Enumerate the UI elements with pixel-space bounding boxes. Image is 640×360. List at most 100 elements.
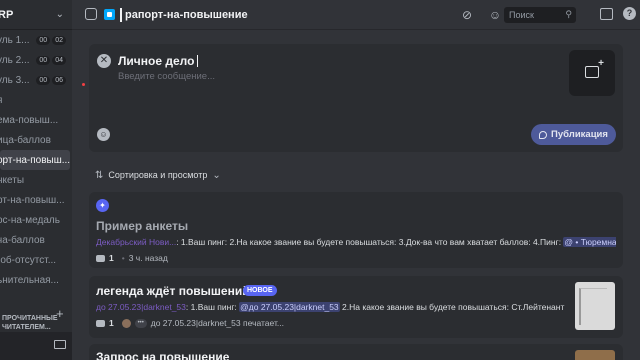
- channel-label: ча-баллов: [0, 234, 45, 246]
- server-header[interactable]: RP ⌄: [0, 0, 72, 30]
- sidebar-item-channel-active[interactable]: орт-на-повыш...: [0, 150, 70, 170]
- sidebar-item-channel[interactable]: уль 3... 00 06: [0, 70, 72, 90]
- channel-label: рт-на-повыш...: [0, 194, 65, 206]
- sidebar-item-channel[interactable]: я: [0, 90, 72, 110]
- channel-list: уль 1...0002 уль 2...0004 уль 3...0006 я…: [0, 30, 72, 290]
- badge: 00: [36, 55, 51, 65]
- typing-indicator-icon: •••: [134, 318, 147, 328]
- search-placeholder: Поиск: [509, 10, 534, 20]
- sidebar-item-channel[interactable]: ос-на-медаль: [0, 210, 72, 230]
- reply-count: 1: [109, 318, 114, 328]
- sidebar-item-channel[interactable]: ча-баллов: [0, 230, 72, 250]
- channel-label: уль 2...: [0, 54, 30, 66]
- topbar-icons: ⊘ ☺: [460, 8, 502, 22]
- post-snippet: до 27.05.23|darknet_53: 1.Ваш пинг: @до …: [96, 302, 566, 312]
- role-mention: @ • Тюремна...: [563, 237, 616, 247]
- replies-icon: [96, 319, 105, 327]
- sort-and-view-button[interactable]: ⇅ Сортировка и просмотр ⌄: [89, 166, 227, 184]
- chevron-down-icon: ⌄: [212, 169, 221, 181]
- channel-label: уль 1...: [0, 34, 30, 46]
- badge: 06: [52, 75, 66, 85]
- badge: 00: [36, 75, 51, 85]
- divider: [120, 8, 122, 22]
- mute-notifications-icon[interactable]: ⊘: [460, 8, 474, 22]
- channel-label: нкеты: [0, 174, 25, 186]
- post-thumbnail: [575, 282, 615, 330]
- channel-label: я: [0, 95, 2, 106]
- user-mention: @до 27.05.23|darknet_53: [239, 302, 340, 312]
- help-icon[interactable]: ?: [623, 7, 636, 20]
- message-input[interactable]: Введите сообщение...: [118, 71, 215, 82]
- forum-channel-icon: [104, 9, 115, 20]
- server-name: RP: [0, 8, 14, 21]
- post-snippet: Декабрьский Нови...: 1.Ваш пинг: 2.На ка…: [96, 237, 616, 247]
- channel-label: ема-повыш...: [0, 114, 59, 126]
- channel-label: орт-на-повыш...: [0, 154, 71, 166]
- post-thumbnail: [575, 350, 615, 360]
- publish-label: Публикация: [551, 129, 608, 140]
- post-time: 3 ч. назад: [128, 253, 168, 263]
- post-title: Запрос на повышение: [96, 350, 230, 360]
- snippet-text: : 1.Ваш пинг:: [185, 302, 240, 312]
- member-list-icon[interactable]: ☺: [488, 8, 502, 22]
- add-image-button[interactable]: [569, 50, 615, 96]
- snippet-text: : 1.Ваш пинг: 2.На какое звание вы будет…: [176, 237, 564, 247]
- close-icon[interactable]: ✕: [97, 54, 111, 68]
- add-image-icon: [585, 58, 604, 78]
- separator: •: [121, 253, 125, 263]
- inbox-icon[interactable]: [600, 8, 613, 20]
- emoji-icon[interactable]: ☺: [97, 128, 110, 141]
- badge: 04: [52, 55, 66, 65]
- chevron-down-icon: ⌄: [55, 9, 64, 20]
- snippet-text: 2.На какое звание вы будете повышаться: …: [342, 302, 566, 312]
- channel-label: -об-отсутст...: [0, 254, 57, 266]
- new-badge: НОВОЕ: [243, 285, 277, 296]
- typing-status: до 27.05.23|darknet_53 печатает...: [150, 318, 284, 328]
- post-meta: 1 • 3 ч. назад: [96, 253, 168, 263]
- threads-icon[interactable]: [85, 8, 97, 20]
- channel-sidebar: RP ⌄ уль 1... 00 02 уль 2... 00 04 уль 3... 0…: [0, 0, 72, 360]
- forum-post[interactable]: Запрос на повышение: [89, 344, 623, 360]
- new-post-composer: ✕ Личное дело Введите сообщение... ☺ Пуб…: [89, 44, 623, 152]
- sort-label: Сортировка и просмотр: [108, 170, 208, 180]
- replies-icon: [96, 254, 105, 262]
- user-panel: [0, 332, 72, 360]
- badge: 00: [36, 35, 51, 45]
- sidebar-item-channel[interactable]: -об-отсутст...: [0, 250, 72, 270]
- channel-label: уль 3...: [0, 74, 30, 86]
- sidebar-item-channel[interactable]: ема-повыш...: [0, 110, 72, 130]
- channel-title: рапорт-на-повышение: [125, 9, 248, 21]
- post-title: легенда ждёт повышений: [96, 284, 250, 298]
- post-author: Декабрьский Нови...: [96, 237, 177, 247]
- sidebar-item-channel[interactable]: уль 1... 00 02: [0, 30, 72, 50]
- screen-share-icon[interactable]: [54, 340, 66, 349]
- text-caret: [197, 55, 199, 67]
- channel-label: ица-баллов: [0, 134, 51, 146]
- post-title-value: Личное дело: [118, 54, 195, 68]
- badge: 02: [52, 35, 66, 45]
- sidebar-item-channel[interactable]: уль 2... 00 04: [0, 50, 72, 70]
- sidebar-item-channel[interactable]: ица-баллов: [0, 130, 72, 150]
- forum-post[interactable]: легенда ждёт повышений НОВОЕ до 27.05.23…: [89, 276, 623, 338]
- unread-section-label: ПРОЧИТАННЫЕ ЧИТАТЕЛЕМ...: [2, 315, 58, 331]
- post-author: до 27.05.23|darknet_53: [96, 302, 186, 312]
- avatar: [121, 318, 131, 328]
- pin-icon: ✦: [96, 199, 109, 212]
- post-title: Пример анкеты: [96, 219, 189, 233]
- sidebar-item-channel[interactable]: рт-на-повыш...: [0, 190, 72, 210]
- chat-bubble-icon: [539, 130, 548, 139]
- post-meta: 1 ••• до 27.05.23|darknet_53 печатает...: [96, 318, 284, 328]
- forum-post[interactable]: ✦ Пример анкеты Декабрьский Нови...: 1.В…: [89, 192, 623, 268]
- search-icon: ⚲: [565, 9, 572, 19]
- publish-button[interactable]: Публикация: [531, 124, 616, 145]
- channel-topbar: рапорт-на-повышение ⊘ ☺ Поиск ⚲ ?: [72, 0, 640, 30]
- sort-icon: ⇅: [95, 169, 104, 181]
- sidebar-item-channel[interactable]: ьнительная...: [0, 270, 72, 290]
- sidebar-item-channel[interactable]: нкеты: [0, 170, 72, 190]
- channel-label: ьнительная...: [0, 274, 59, 286]
- search-input[interactable]: Поиск ⚲: [504, 7, 576, 23]
- reply-count: 1: [109, 253, 114, 263]
- post-title-input[interactable]: Личное дело: [118, 54, 199, 68]
- channel-label: ос-на-медаль: [0, 214, 60, 226]
- cursor-indicator: [82, 83, 85, 86]
